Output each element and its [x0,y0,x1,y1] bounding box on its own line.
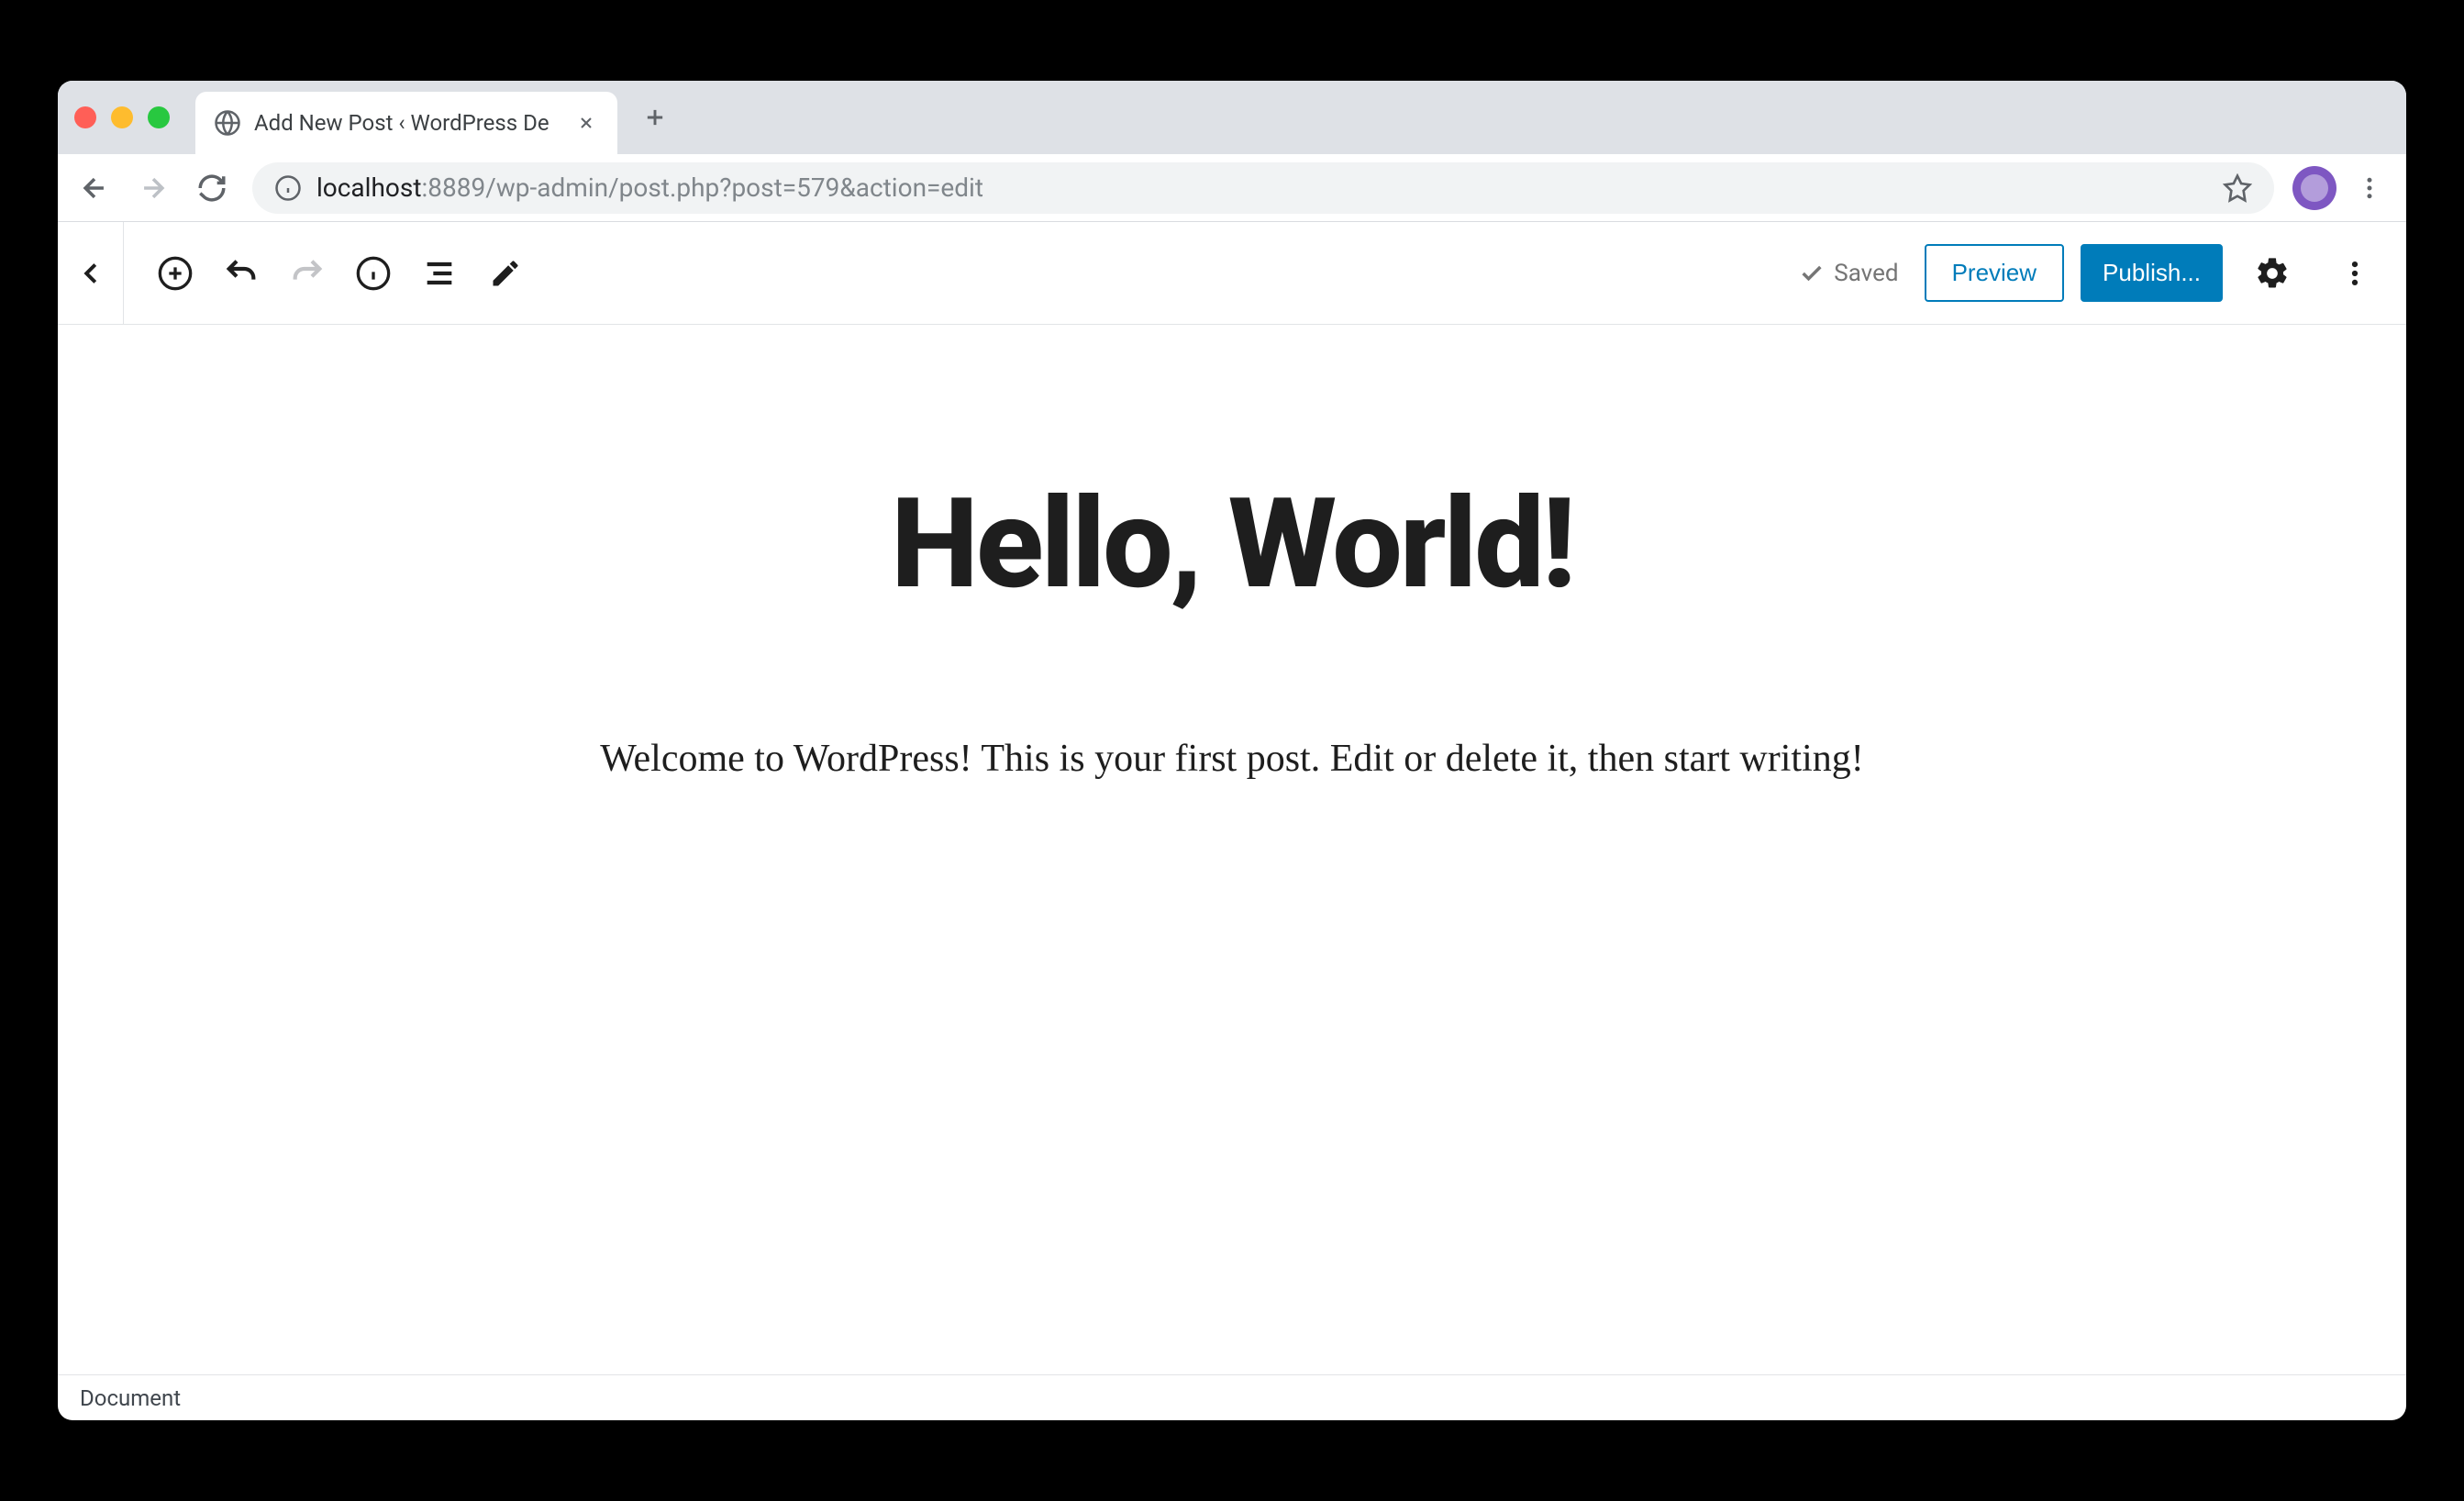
window-close-button[interactable] [74,106,96,128]
editor-footer: Document [58,1374,2406,1420]
avatar-icon [2301,174,2328,202]
edit-mode-button[interactable] [472,240,538,306]
url-path: :8889/wp-admin/post.php?post=579&action=… [421,172,983,203]
browser-back-button[interactable] [69,162,120,214]
browser-tab[interactable]: Add New Post ‹ WordPress De [195,92,617,154]
content-info-button[interactable] [340,240,406,306]
editor-back-button[interactable] [58,222,124,325]
settings-button[interactable] [2239,240,2305,306]
window-zoom-button[interactable] [148,106,170,128]
site-info-icon[interactable] [274,174,302,202]
profile-avatar[interactable] [2292,166,2336,210]
tab-title: Add New Post ‹ WordPress De [254,110,561,136]
undo-button[interactable] [208,240,274,306]
editor-toolbar: Saved Preview Publish... [58,222,2406,325]
toolbar-left [76,222,538,325]
new-tab-button[interactable] [630,93,680,142]
save-status: Saved [1790,260,1907,287]
browser-window: Add New Post ‹ WordPress De localhost:88… [58,81,2406,1420]
check-icon [1799,261,1825,286]
address-bar[interactable]: localhost:8889/wp-admin/post.php?post=57… [252,162,2274,214]
globe-icon [214,109,241,137]
saved-label: Saved [1834,260,1898,287]
preview-button[interactable]: Preview [1925,244,2064,302]
bookmark-star-icon[interactable] [2223,173,2252,203]
breadcrumb[interactable]: Document [80,1385,181,1411]
publish-button[interactable]: Publish... [2081,244,2223,302]
more-options-button[interactable] [2322,240,2388,306]
browser-menu-button[interactable] [2344,162,2395,214]
editor-canvas[interactable]: Hello, World! Welcome to WordPress! This… [58,325,2406,1374]
redo-button[interactable] [274,240,340,306]
url-host: localhost [316,172,421,203]
post-content[interactable]: Welcome to WordPress! This is your first… [600,737,1863,781]
window-minimize-button[interactable] [111,106,133,128]
address-bar-row: localhost:8889/wp-admin/post.php?post=57… [58,154,2406,222]
traffic-lights [74,106,170,128]
add-block-button[interactable] [142,240,208,306]
url-text: localhost:8889/wp-admin/post.php?post=57… [316,172,2208,203]
chrome-tab-strip: Add New Post ‹ WordPress De [58,81,2406,154]
block-navigation-button[interactable] [406,240,472,306]
browser-forward-button[interactable] [128,162,179,214]
toolbar-right: Saved Preview Publish... [1790,240,2388,306]
close-tab-icon[interactable] [573,110,599,136]
browser-reload-button[interactable] [186,162,238,214]
post-title[interactable]: Hello, World! [891,472,1573,617]
